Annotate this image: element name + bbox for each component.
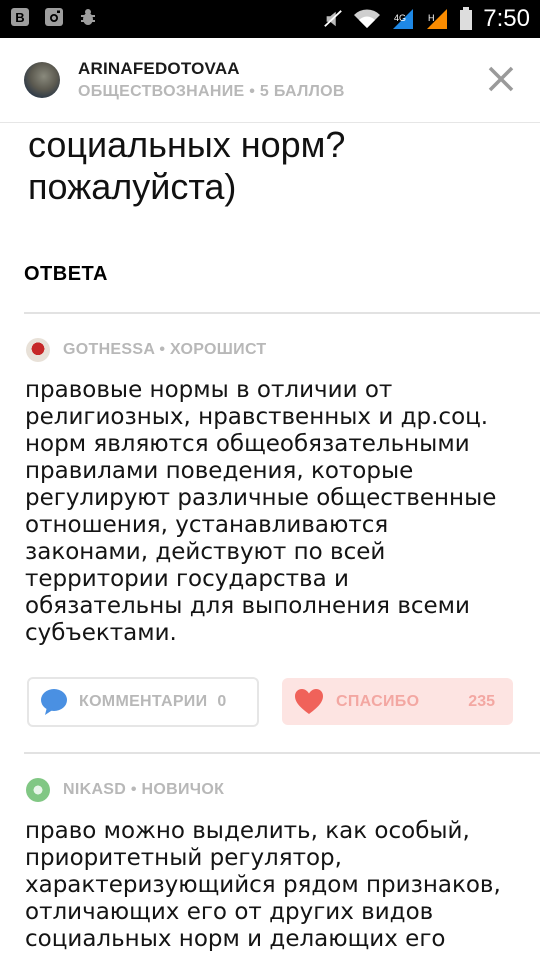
thanks-count: 235 [468, 692, 495, 710]
signal-icon-2: H [425, 9, 449, 29]
heart-icon [295, 688, 323, 714]
answer-author[interactable]: GOTHESSA • ХОРОШИСТ [26, 338, 267, 362]
question-text: социальных норм? пожалуйста) [28, 124, 518, 208]
status-left-icons: B [10, 7, 98, 27]
answer-line: обязательны для выполнения всеми [25, 593, 470, 619]
svg-text:4G: 4G [394, 13, 406, 23]
avatar[interactable] [24, 62, 60, 98]
author-name-rank: GOTHESSA • ХОРОШИСТ [63, 341, 267, 358]
signal-icon: 4G [391, 9, 415, 29]
answer-line: отношения, устанавливаются [25, 512, 389, 538]
vk-icon: B [10, 7, 30, 27]
answer-line: отличающих его от других видов [25, 899, 434, 925]
question-line: пожалуйста) [28, 166, 237, 207]
answer-line: правилами поведения, которые [25, 458, 414, 484]
comments-button[interactable]: КОММЕНТАРИИ 0 [27, 677, 259, 727]
answer-author[interactable]: NIKASD • НОВИЧОК [26, 778, 224, 802]
close-button[interactable] [486, 64, 516, 94]
answer-line: территории государства и [25, 566, 349, 592]
battery-icon [459, 7, 473, 30]
divider [24, 752, 540, 754]
asker-username[interactable]: ARINAFEDOTOVAA [78, 59, 240, 79]
author-name-rank: NIKASD • НОВИЧОК [63, 781, 225, 798]
answer-line: приоритетный регулятор, [25, 845, 342, 871]
answer-line: правовые нормы в отличии от [25, 377, 393, 403]
close-icon [488, 66, 514, 92]
answer-line: религиозных, нравственных и др.соц. [25, 404, 489, 430]
mute-icon [323, 9, 343, 29]
svg-text:B: B [15, 10, 24, 25]
svg-text:H: H [428, 13, 435, 23]
clock: 7:50 [483, 5, 530, 32]
divider [24, 312, 540, 314]
answer-line: субъектами. [25, 620, 177, 646]
avatar [26, 338, 50, 362]
answer-line: социальных норм и делающих его [25, 926, 446, 952]
answer-line: норм являются общеобязательными [25, 431, 470, 457]
status-bar: B 4G H 7:50 [0, 0, 540, 38]
bug-icon [78, 7, 98, 27]
answer-line: право можно выделить, как особый, [25, 818, 470, 844]
status-right-icons: 4G H 7:50 [323, 5, 530, 33]
wifi-icon [353, 9, 381, 29]
thanks-label: СПАСИБО [336, 692, 420, 710]
question-line: социальных норм? [28, 124, 346, 165]
answer-text: право можно выделить, как особый, приори… [25, 818, 525, 953]
comments-label: КОММЕНТАРИИ [79, 693, 208, 710]
instagram-icon [44, 7, 64, 27]
answer-line: законами, действуют по всей [25, 539, 386, 565]
answer-text: правовые нормы в отличии от религиозных,… [25, 377, 525, 647]
answer-line: регулируют различные общественные [25, 485, 497, 511]
answers-heading: ОТВЕТА [24, 263, 108, 285]
comment-icon [41, 689, 67, 715]
question-header: ARINAFEDOTOVAA ОБЩЕСТВОЗНАНИЕ • 5 БАЛЛОВ [0, 38, 540, 123]
comments-count: 0 [217, 693, 227, 710]
thanks-button[interactable]: СПАСИБО 235 [282, 678, 513, 725]
avatar [26, 778, 50, 802]
answer-line: характеризующийся рядом признаков, [25, 872, 501, 898]
question-subject-points: ОБЩЕСТВОЗНАНИЕ • 5 БАЛЛОВ [78, 83, 345, 100]
